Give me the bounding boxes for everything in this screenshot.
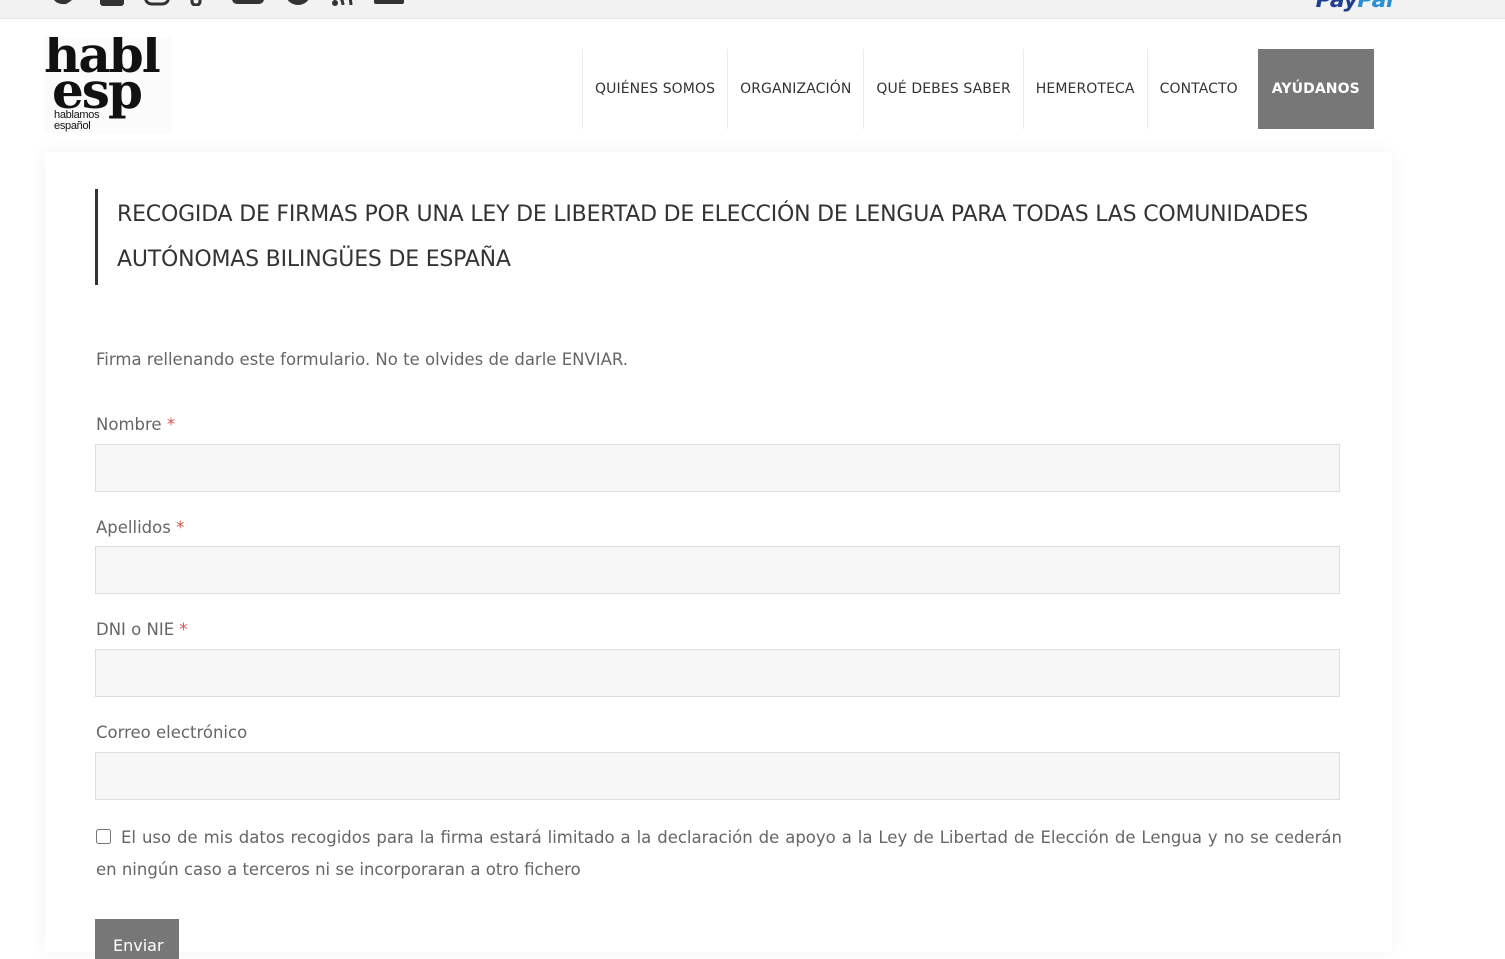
nav-item-que-debes-saber[interactable]: QUÉ DEBES SABER: [863, 49, 1022, 129]
facebook-icon[interactable]: [100, 0, 124, 6]
tiktok-icon[interactable]: [190, 0, 210, 6]
nombre-input[interactable]: [95, 444, 1340, 492]
consent-checkbox[interactable]: [96, 829, 111, 844]
required-marker: *: [179, 620, 188, 639]
nombre-label-text: Nombre: [96, 415, 162, 434]
email-input[interactable]: [95, 752, 1340, 800]
nav-item-contacto[interactable]: CONTACTO: [1146, 49, 1250, 129]
email-label: Correo electrónico: [96, 723, 247, 742]
rss-icon[interactable]: [330, 0, 356, 6]
paypal-pal-text: Pal: [1357, 0, 1393, 13]
dni-label-text: DNI o NIE: [96, 620, 175, 639]
nav-item-hemeroteca[interactable]: HEMEROTECA: [1022, 49, 1147, 129]
site-logo[interactable]: habl esp hablamos español: [44, 37, 172, 133]
content-card: RECOGIDA DE FIRMAS POR UNA LEY DE LIBERT…: [45, 152, 1392, 959]
logo-small-line-2: español: [54, 120, 91, 132]
apellidos-label: Apellidos *: [96, 518, 184, 537]
main-nav: QUIÉNES SOMOS ORGANIZACIÓN QUÉ DEBES SAB…: [582, 49, 1374, 129]
submit-button[interactable]: Enviar: [95, 919, 179, 959]
consent-text: El uso de mis datos recogidos para la fi…: [96, 828, 1342, 879]
telegram-icon[interactable]: [284, 0, 312, 6]
site-header: habl esp hablamos español QUIÉNES SOMOS …: [0, 19, 1505, 149]
top-bar: PayPal: [0, 0, 1505, 19]
paypal-logo[interactable]: PayPal: [1315, 0, 1394, 13]
paypal-pay-text: Pay: [1315, 0, 1358, 13]
nav-item-organizacion[interactable]: ORGANIZACIÓN: [727, 49, 863, 129]
consent-row: El uso de mis datos recogidos para la fi…: [96, 822, 1342, 886]
form-intro: Firma rellenando este formulario. No te …: [96, 350, 629, 369]
nombre-label: Nombre *: [96, 415, 175, 434]
twitter-icon[interactable]: [52, 0, 78, 6]
instagram-icon[interactable]: [144, 0, 170, 6]
required-marker: *: [166, 415, 176, 434]
nav-item-quienes-somos[interactable]: QUIÉNES SOMOS: [582, 49, 727, 129]
page-title: RECOGIDA DE FIRMAS POR UNA LEY DE LIBERT…: [95, 189, 1317, 285]
youtube-icon[interactable]: [232, 0, 264, 6]
nav-item-ayudanos[interactable]: AYÚDANOS: [1257, 49, 1374, 129]
apellidos-input[interactable]: [95, 546, 1340, 594]
email-icon[interactable]: [374, 0, 404, 6]
email-label-text: Correo electrónico: [96, 723, 248, 742]
logo-line-2: esp: [52, 61, 143, 120]
required-marker: *: [176, 518, 185, 537]
dni-label: DNI o NIE *: [96, 620, 188, 639]
apellidos-label-text: Apellidos: [96, 518, 171, 537]
dni-input[interactable]: [95, 649, 1340, 697]
